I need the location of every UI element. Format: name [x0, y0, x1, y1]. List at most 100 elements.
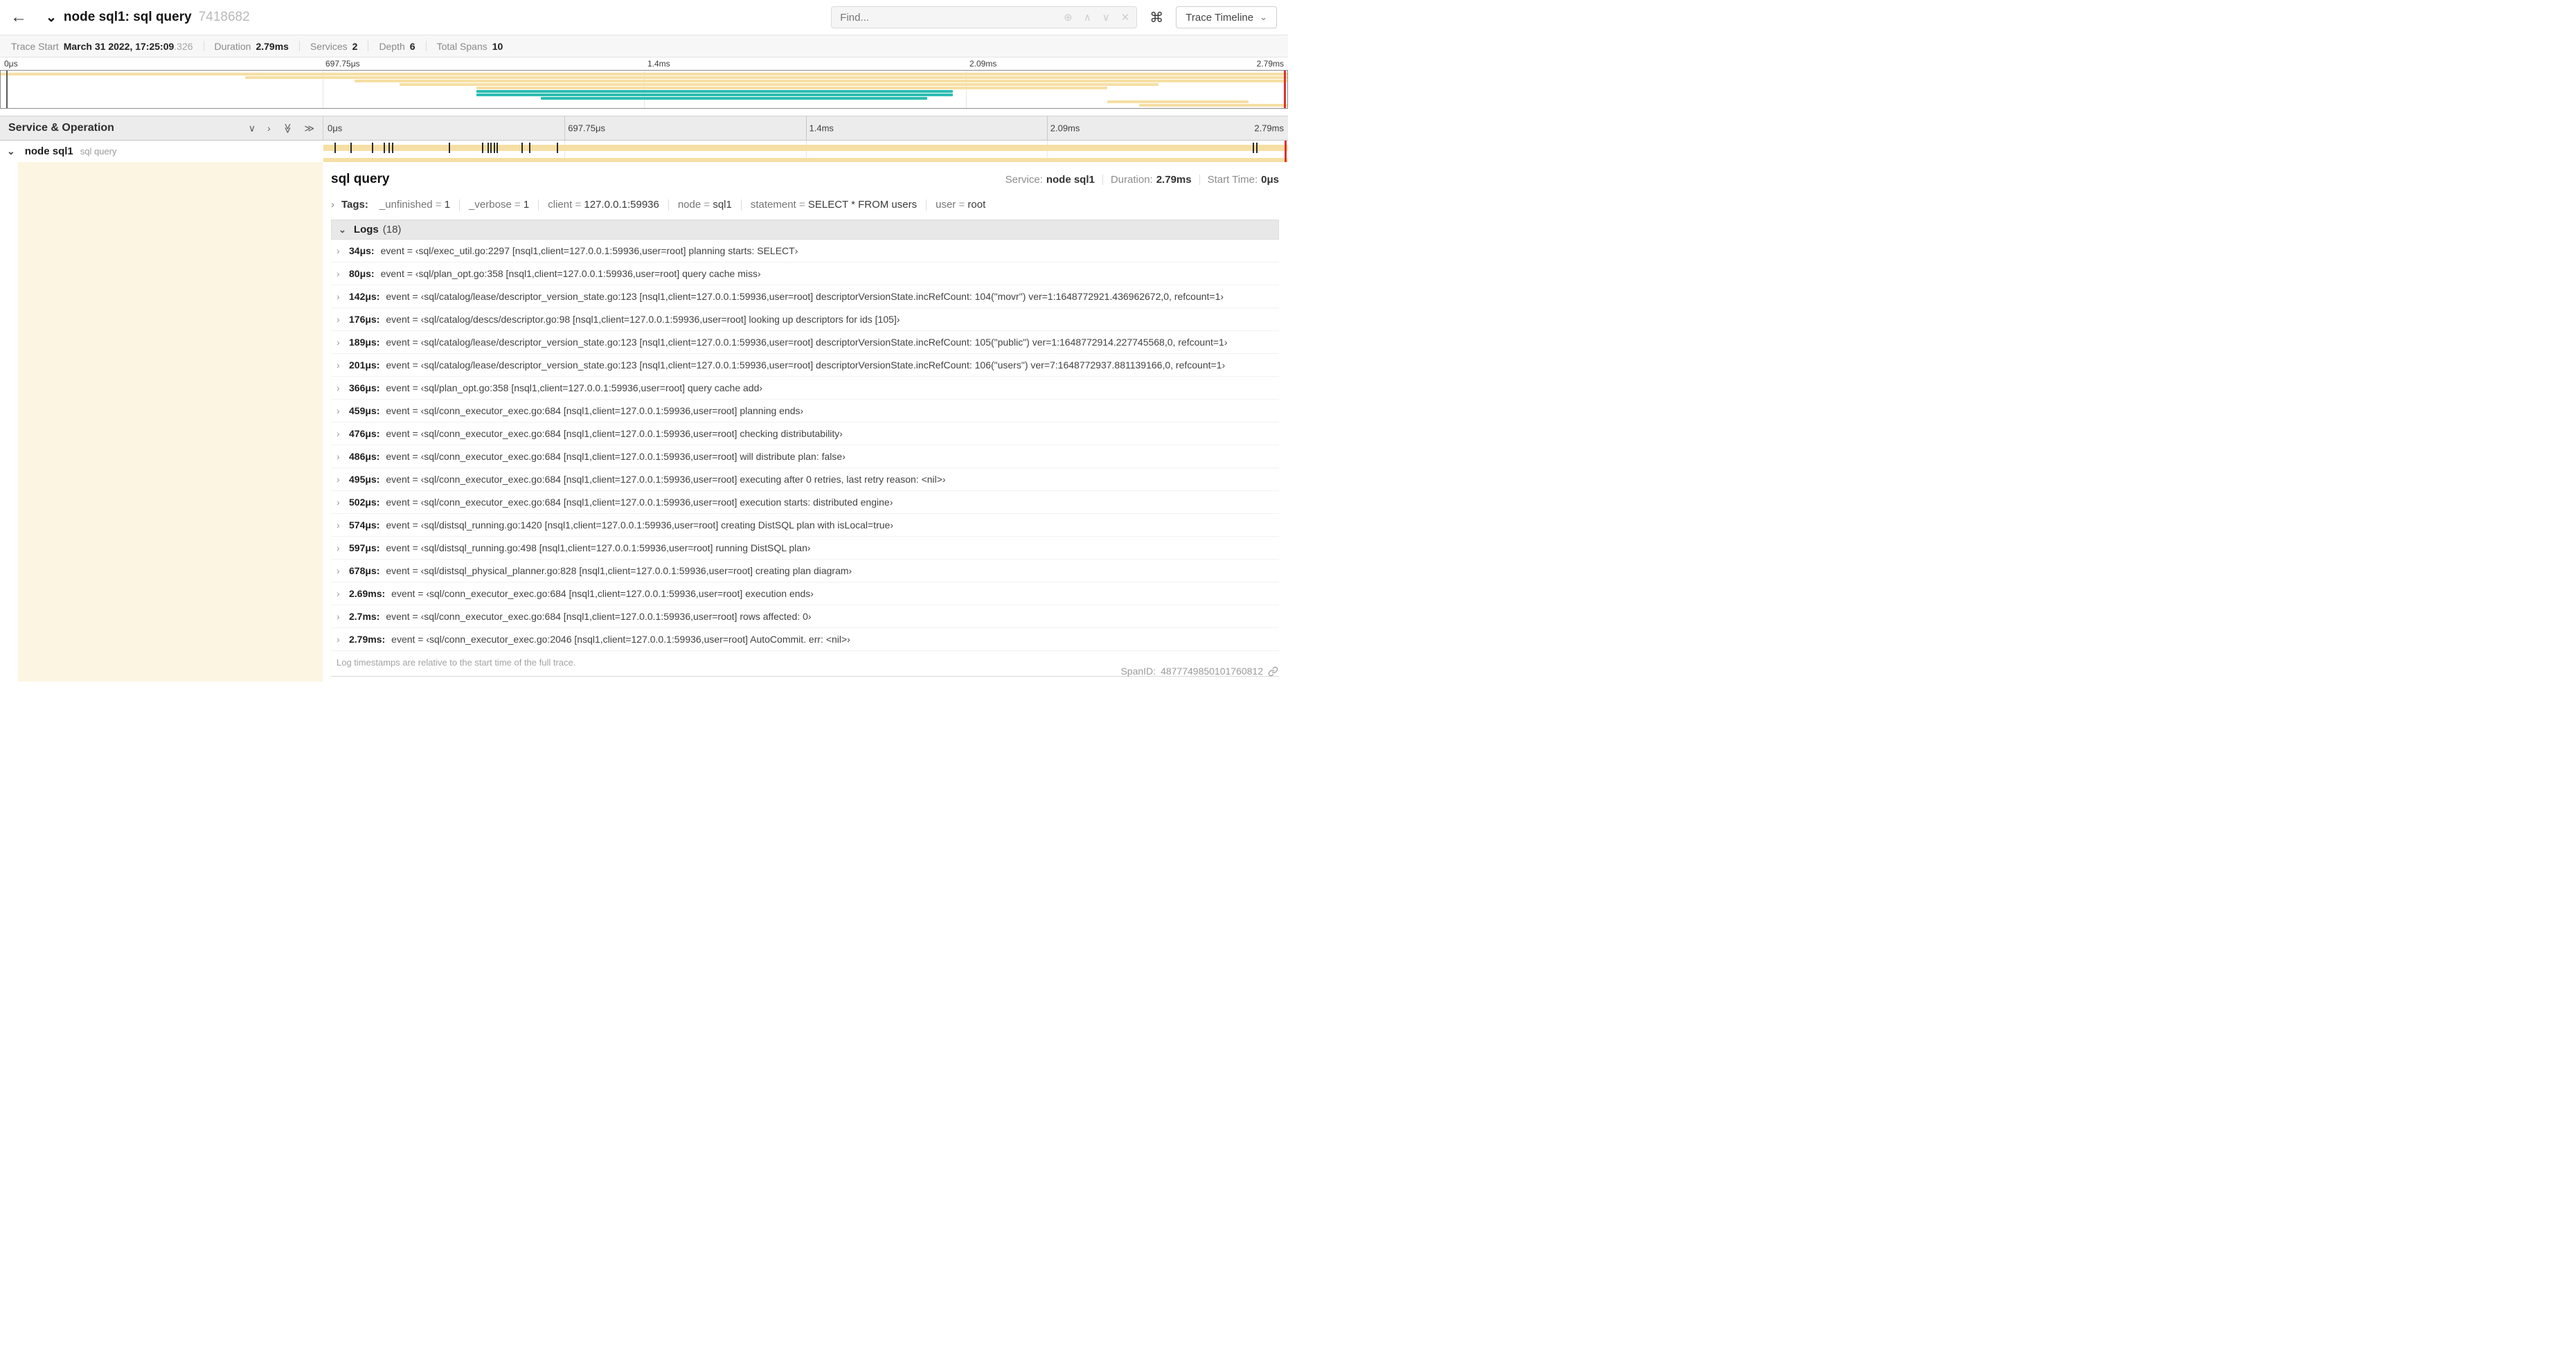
- tags-label: Tags:: [341, 199, 368, 211]
- view-dropdown-button[interactable]: Trace Timeline ⌄: [1176, 6, 1277, 28]
- log-event-text: event = ‹sql/catalog/lease/descriptor_ve…: [386, 337, 1228, 348]
- span-row[interactable]: ⌄ node sql1 sql query: [0, 141, 1288, 162]
- log-timestamp: 176μs:: [349, 314, 380, 325]
- minimap-span: [354, 80, 1287, 82]
- log-row[interactable]: › 574μs: event = ‹sql/distsql_running.go:1…: [331, 514, 1279, 537]
- minimap-span: [541, 97, 927, 100]
- tick-label: 2.79ms: [1254, 123, 1284, 134]
- logs-header[interactable]: ⌄ Logs (18): [331, 220, 1279, 240]
- log-row[interactable]: › 2.79ms: event = ‹sql/conn_executor_exec.…: [331, 628, 1279, 651]
- tags-row[interactable]: › Tags: _unfinished = 1 _verbose = 1 clien…: [331, 199, 1279, 211]
- log-row[interactable]: › 2.69ms: event = ‹sql/conn_executor_exec.…: [331, 582, 1279, 605]
- find-focus-icon[interactable]: ⊕: [1064, 11, 1073, 24]
- log-row[interactable]: › 502μs: event = ‹sql/conn_executor_exec.g…: [331, 491, 1279, 514]
- collapse-all-icon[interactable]: ≫: [282, 123, 294, 134]
- log-row[interactable]: › 189μs: event = ‹sql/catalog/lease/descri…: [331, 331, 1279, 354]
- log-marker[interactable]: [488, 143, 490, 153]
- trace-minimap[interactable]: [0, 70, 1288, 109]
- log-marker[interactable]: [1252, 143, 1254, 153]
- span-bar-canvas[interactable]: [323, 141, 1288, 162]
- prev-result-icon[interactable]: ∧: [1084, 11, 1091, 24]
- log-marker[interactable]: [490, 143, 492, 153]
- log-marker[interactable]: [383, 143, 385, 153]
- log-row[interactable]: › 476μs: event = ‹sql/conn_executor_exec.g…: [331, 422, 1279, 445]
- next-result-icon[interactable]: ∨: [1102, 11, 1110, 24]
- meta-value: 0μs: [1261, 174, 1279, 186]
- log-marker[interactable]: [493, 143, 495, 153]
- collapse-one-icon[interactable]: ∨: [249, 123, 256, 134]
- log-row[interactable]: › 176μs: event = ‹sql/catalog/descs/descri…: [331, 308, 1279, 331]
- log-timestamp: 142μs:: [349, 291, 380, 302]
- tag-item: _unfinished = 1: [379, 199, 450, 211]
- log-marker[interactable]: [350, 143, 352, 153]
- log-row[interactable]: › 34μs: event = ‹sql/exec_util.go:2297 [ns…: [331, 240, 1279, 262]
- log-marker[interactable]: [449, 143, 451, 153]
- log-row[interactable]: › 459μs: event = ‹sql/conn_executor_exec.g…: [331, 400, 1279, 422]
- tick-label: 2.79ms: [1256, 59, 1284, 69]
- log-marker[interactable]: [521, 143, 523, 153]
- gridline: [1046, 116, 1048, 140]
- log-row[interactable]: › 678μs: event = ‹sql/distsql_physical_pla…: [331, 560, 1279, 582]
- find-input[interactable]: [839, 10, 1064, 24]
- tag-separator: [740, 199, 742, 211]
- span-duration-bar[interactable]: [323, 145, 1288, 151]
- log-row[interactable]: › 80μs: event = ‹sql/plan_opt.go:358 [nsql…: [331, 262, 1279, 285]
- span-detail-panel: sql query Service: node sql1 Duration: 2.79…: [331, 162, 1279, 682]
- service-operation-title: Service & Operation: [8, 122, 114, 134]
- meta-value: node sql1: [1046, 174, 1095, 186]
- log-row[interactable]: › 495μs: event = ‹sql/conn_executor_exec.g…: [331, 468, 1279, 491]
- span-row-label[interactable]: ⌄ node sql1 sql query: [0, 141, 323, 162]
- log-row[interactable]: › 597μs: event = ‹sql/distsql_running.go:4…: [331, 537, 1279, 560]
- log-marker[interactable]: [388, 143, 390, 153]
- tag-items: _unfinished = 1 _verbose = 1 client = 127.…: [379, 199, 985, 211]
- minimap-left-scrubber[interactable]: [6, 71, 8, 108]
- tag-value: 1: [444, 199, 451, 211]
- chevron-right-icon: ›: [337, 474, 340, 485]
- tag-item: node = sql1: [678, 199, 732, 211]
- meta-label: Duration:: [1110, 174, 1153, 186]
- log-event-text: event = ‹sql/conn_executor_exec.go:2046 …: [391, 634, 850, 645]
- log-event-text: event = ‹sql/distsql_running.go:498 [nsq…: [386, 542, 811, 553]
- expand-all-icon[interactable]: ≫: [304, 123, 314, 134]
- log-row[interactable]: › 2.7ms: event = ‹sql/conn_executor_exec.g…: [331, 605, 1279, 628]
- link-icon[interactable]: [1268, 666, 1278, 677]
- minimap-end-marker[interactable]: [1284, 71, 1286, 108]
- log-timestamp: 486μs:: [349, 451, 380, 462]
- log-marker[interactable]: [557, 143, 559, 153]
- back-button[interactable]: ←: [0, 8, 37, 27]
- log-marker[interactable]: [496, 143, 498, 153]
- log-marker[interactable]: [334, 143, 336, 153]
- tag-item: user = root: [936, 199, 985, 211]
- tag-value: sql1: [713, 199, 732, 211]
- expand-one-icon[interactable]: ›: [267, 123, 271, 134]
- logs-label: Logs: [353, 224, 379, 235]
- log-marker[interactable]: [481, 143, 483, 153]
- log-marker[interactable]: [529, 143, 531, 153]
- tag-key: user: [936, 199, 956, 211]
- minimap-span: [245, 76, 1287, 79]
- log-timestamp: 34μs:: [349, 245, 375, 256]
- summary-item: Trace Start March 31 2022, 17:25:09.326: [11, 41, 193, 52]
- summary-item: Services 2: [310, 41, 357, 52]
- log-timestamp: 502μs:: [349, 497, 380, 508]
- log-marker[interactable]: [372, 143, 374, 153]
- summary-value: 10: [492, 40, 503, 52]
- log-event-text: event = ‹sql/conn_executor_exec.go:684 […: [386, 451, 846, 462]
- log-row[interactable]: › 366μs: event = ‹sql/plan_opt.go:358 [nsq…: [331, 377, 1279, 400]
- tick-label: 0μs: [328, 123, 343, 134]
- collapse-span-chevron-icon[interactable]: ⌄: [7, 145, 15, 157]
- log-row[interactable]: › 201μs: event = ‹sql/catalog/lease/descri…: [331, 354, 1279, 377]
- log-marker[interactable]: [1256, 143, 1258, 153]
- log-row[interactable]: › 142μs: event = ‹sql/catalog/lease/descri…: [331, 285, 1279, 308]
- log-event-text: event = ‹sql/distsql_running.go:1420 [ns…: [386, 519, 893, 531]
- keyboard-shortcuts-button[interactable]: ⌘: [1147, 9, 1166, 26]
- minimap-span: [1107, 100, 1249, 103]
- chevron-right-icon: ›: [331, 199, 334, 211]
- log-marker[interactable]: [392, 143, 394, 153]
- log-row[interactable]: › 486μs: event = ‹sql/conn_executor_exec.g…: [331, 445, 1279, 468]
- chevron-right-icon: ›: [337, 405, 340, 416]
- clear-find-icon[interactable]: ✕: [1121, 11, 1130, 24]
- tag-key: statement: [750, 199, 796, 211]
- trace-collapse-chevron-icon[interactable]: ⌄: [46, 10, 57, 26]
- chevron-right-icon: ›: [337, 634, 340, 645]
